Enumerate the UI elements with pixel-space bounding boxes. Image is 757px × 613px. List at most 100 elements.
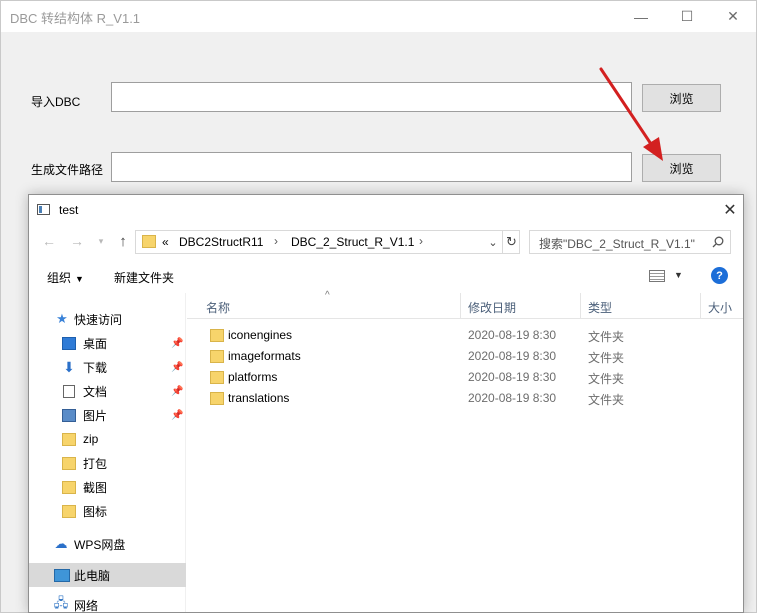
pin-icon[interactable]: 📌 xyxy=(171,386,183,397)
pin-icon[interactable]: 📌 xyxy=(171,410,183,421)
nav-label: 此电脑 xyxy=(74,568,111,583)
maximize-button[interactable]: ☐ xyxy=(664,1,710,32)
folder-icon xyxy=(210,350,224,363)
nav-item-icons[interactable]: 图标 xyxy=(29,499,186,523)
breadcrumb-dbc2structr11[interactable]: DBC2StructR11 xyxy=(179,235,263,249)
folder-icon xyxy=(62,504,76,518)
search-icon xyxy=(712,236,724,248)
organize-button[interactable]: 组织 ▼ xyxy=(47,269,84,286)
nav-item-this-pc[interactable]: 此电脑 xyxy=(29,563,186,587)
nav-item-screenshots[interactable]: 截图 xyxy=(29,475,186,499)
pin-icon[interactable]: 📌 xyxy=(171,338,183,349)
import-dbc-label: 导入DBC xyxy=(31,95,81,109)
picture-icon xyxy=(62,408,76,422)
nav-label: 桌面 xyxy=(83,336,108,351)
folder-icon xyxy=(210,329,224,342)
document-icon xyxy=(63,384,75,398)
folder-icon xyxy=(142,235,156,248)
nav-label: 网络 xyxy=(74,598,99,613)
breadcrumb-overflow[interactable]: « xyxy=(162,235,169,249)
nav-item-wps[interactable]: ☁ WPS网盘 xyxy=(29,532,186,556)
column-date[interactable]: 修改日期 xyxy=(468,299,516,316)
dialog-close-icon[interactable]: ✕ xyxy=(715,195,743,225)
nav-item-downloads[interactable]: ⬇ 下载 📌 xyxy=(29,355,186,379)
star-icon: ★ xyxy=(56,311,68,326)
column-size[interactable]: 大小 xyxy=(708,299,732,316)
nav-label: 图标 xyxy=(83,504,108,519)
forward-arrow-icon[interactable]: → xyxy=(67,231,87,251)
main-titlebar: DBC 转结构体 R_V1.1 — ☐ ✕ xyxy=(1,1,756,32)
output-path-input[interactable] xyxy=(111,152,632,182)
app-icon xyxy=(37,204,50,215)
folder-icon xyxy=(210,392,224,405)
nav-label: 打包 xyxy=(83,456,108,471)
address-bar[interactable]: « DBC2StructR11 › DBC_2_Struct_R_V1.1 › … xyxy=(135,230,520,254)
nav-item-zip[interactable]: zip xyxy=(29,427,186,451)
nav-item-desktop[interactable]: 桌面 📌 xyxy=(29,331,186,355)
breadcrumb-dbc-2-struct[interactable]: DBC_2_Struct_R_V1.1 xyxy=(291,235,414,249)
nav-quick-access[interactable]: ★ 快速访问 xyxy=(29,307,186,331)
import-dbc-input[interactable] xyxy=(111,82,632,112)
help-icon[interactable]: ? xyxy=(711,267,728,284)
organize-label: 组织 xyxy=(47,271,72,285)
file-dialog: test ✕ ← → ▾ ↑ « DBC2StructR11 › DBC_2_S… xyxy=(28,194,744,613)
caret-down-icon[interactable]: ▼ xyxy=(674,270,683,280)
window-title: DBC 转结构体 R_V1.1 xyxy=(10,11,141,26)
nav-item-network[interactable]: 🖧 网络 xyxy=(29,593,186,613)
nav-item-pictures[interactable]: 图片 📌 xyxy=(29,403,186,427)
nav-label: 截图 xyxy=(83,480,108,495)
table-row[interactable]: imageformats 2020-08-19 8:30 文件夹 xyxy=(187,346,743,367)
navigation-pane: ★ 快速访问 桌面 📌 ⬇ 下载 📌 文档 📌 图片 📌 zip 打包 截图 图… xyxy=(29,293,186,613)
dialog-toolbar: 组织 ▼ 新建文件夹 ▼ ? xyxy=(29,261,743,291)
file-type: 文件夹 xyxy=(588,330,625,344)
table-row[interactable]: iconengines 2020-08-19 8:30 文件夹 xyxy=(187,325,743,346)
breadcrumb-chevron-icon[interactable]: › xyxy=(419,234,423,248)
nav-label: 图片 xyxy=(83,408,108,423)
file-date: 2020-08-19 8:30 xyxy=(468,370,557,384)
new-folder-button[interactable]: 新建文件夹 xyxy=(114,269,174,286)
file-name: imageformats xyxy=(228,349,301,363)
file-date: 2020-08-19 8:30 xyxy=(468,349,557,363)
table-row[interactable]: translations 2020-08-19 8:30 文件夹 xyxy=(187,388,743,409)
close-button[interactable]: ✕ xyxy=(710,1,756,32)
column-divider[interactable] xyxy=(460,293,461,319)
pin-icon[interactable]: 📌 xyxy=(171,362,183,373)
file-date: 2020-08-19 8:30 xyxy=(468,328,557,342)
folder-icon xyxy=(62,432,76,446)
view-options-icon[interactable] xyxy=(649,270,665,282)
output-path-label: 生成文件路径 xyxy=(31,163,104,177)
nav-item-pack[interactable]: 打包 xyxy=(29,451,186,475)
computer-icon xyxy=(54,568,70,582)
caret-down-icon: ▼ xyxy=(75,274,84,284)
minimize-button[interactable]: — xyxy=(618,1,664,32)
up-arrow-icon[interactable]: ↑ xyxy=(113,231,133,251)
dialog-title: test xyxy=(59,203,79,217)
sort-ascending-icon: ^ xyxy=(325,290,330,301)
column-type[interactable]: 类型 xyxy=(588,299,612,316)
file-name: iconengines xyxy=(228,328,293,342)
file-name: platforms xyxy=(228,370,278,384)
nav-label: 文档 xyxy=(83,384,108,399)
refresh-icon[interactable]: ↻ xyxy=(502,231,520,253)
address-dropdown-icon[interactable]: ⌄ xyxy=(484,232,502,252)
column-divider[interactable] xyxy=(700,293,701,319)
nav-label: 下载 xyxy=(83,360,108,375)
download-icon: ⬇ xyxy=(63,358,75,375)
search-input[interactable]: 搜索"DBC_2_Struct_R_V1.1" xyxy=(529,230,731,254)
table-row[interactable]: platforms 2020-08-19 8:30 文件夹 xyxy=(187,367,743,388)
back-arrow-icon[interactable]: ← xyxy=(39,231,59,251)
column-name[interactable]: 名称 xyxy=(206,299,230,316)
cloud-icon: ☁ xyxy=(54,536,68,551)
file-type: 文件夹 xyxy=(588,351,625,365)
recent-chevron-icon[interactable]: ▾ xyxy=(91,231,111,251)
file-list: ^ 名称 修改日期 类型 大小 iconengines 2020-08-19 8… xyxy=(187,290,743,612)
file-type: 文件夹 xyxy=(588,372,625,386)
folder-icon xyxy=(62,456,76,470)
nav-item-documents[interactable]: 文档 📌 xyxy=(29,379,186,403)
navigation-bar: ← → ▾ ↑ « DBC2StructR11 › DBC_2_Struct_R… xyxy=(29,225,743,257)
breadcrumb-chevron-icon[interactable]: › xyxy=(274,234,278,248)
column-divider[interactable] xyxy=(580,293,581,319)
search-placeholder: 搜索"DBC_2_Struct_R_V1.1" xyxy=(539,237,695,251)
desktop-icon xyxy=(62,336,76,350)
dialog-titlebar: test ✕ xyxy=(29,195,743,225)
